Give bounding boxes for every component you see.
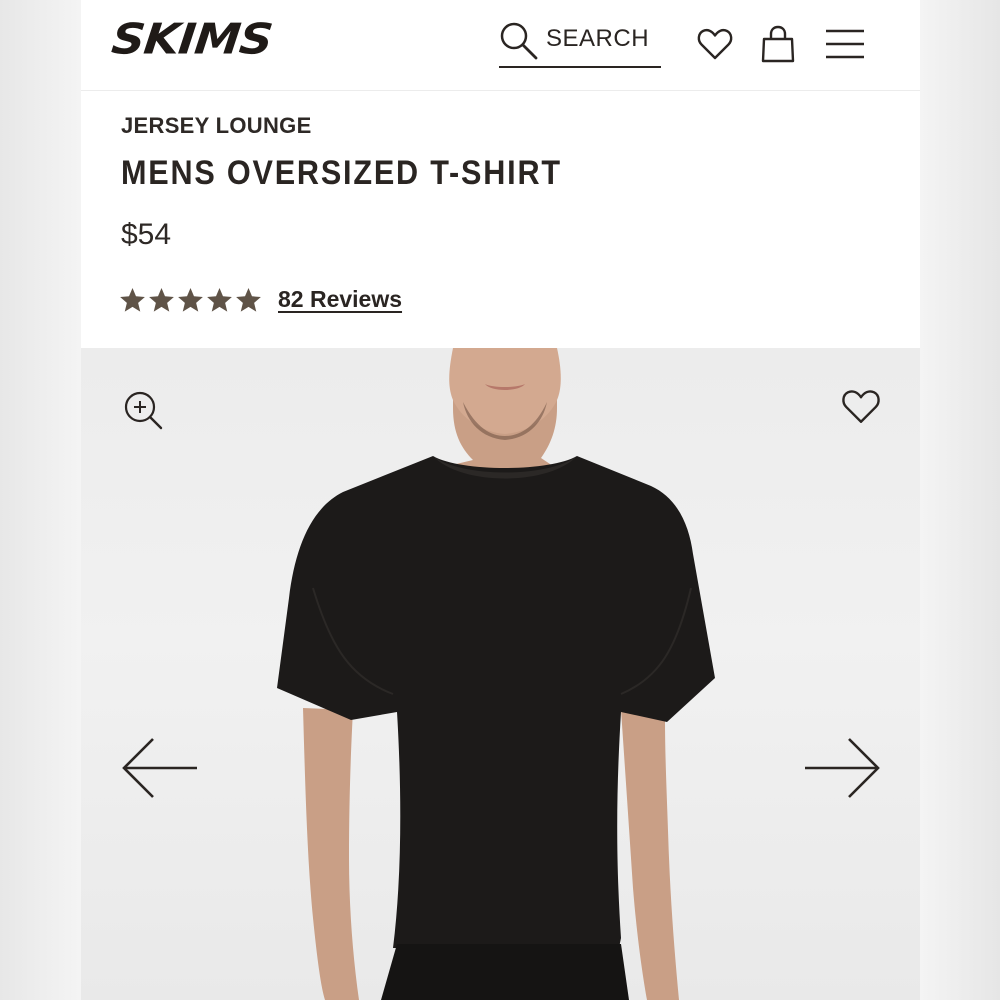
next-image-button[interactable] [803,736,881,805]
menu-icon [826,29,864,59]
product-price: $54 [121,218,172,251]
star-icon [236,287,261,312]
search-field[interactable]: SEARCH [499,18,661,68]
star-rating [119,287,262,313]
cart-button[interactable] [760,24,796,69]
star-icon [207,287,232,312]
heart-icon [697,28,733,60]
star-icon [149,287,174,312]
product-image-gallery[interactable] [81,348,920,1000]
product-collection[interactable]: JERSEY LOUNGE [121,113,312,139]
zoom-button[interactable] [123,390,163,435]
product-title: MENS OVERSIZED T-SHIRT [121,154,562,192]
search-label: SEARCH [546,25,650,52]
heart-icon [842,390,880,423]
wishlist-button[interactable] [697,27,733,66]
skims-logo[interactable]: SKIMS [109,14,274,64]
arrow-right-icon [805,738,880,798]
menu-button[interactable] [825,28,865,65]
arrow-left-icon [122,738,197,798]
product-page: SKIMS SEARCH JERSEY LOUNGE MENS OVERSIZE… [81,0,920,1000]
reviews-link[interactable]: 82 Reviews [278,286,402,313]
site-header: SKIMS SEARCH [81,0,920,91]
star-icon [120,287,145,312]
product-photo-model [277,348,715,1000]
gallery-wishlist-button[interactable] [841,388,881,430]
zoom-in-icon [124,391,163,430]
previous-image-button[interactable] [121,736,199,805]
shopping-bag-icon [761,25,795,63]
product-rating: 82 Reviews [119,286,402,313]
star-icon [178,287,203,312]
search-icon [500,22,538,60]
